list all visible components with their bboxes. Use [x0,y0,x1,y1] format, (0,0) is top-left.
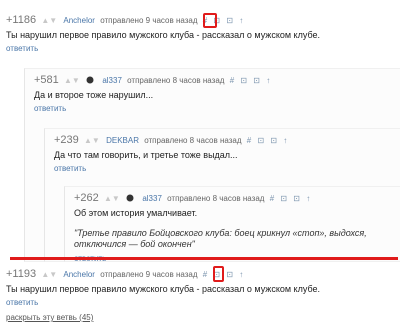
comment-author[interactable]: Anchelor [63,270,95,279]
comment-4: +262 ▲▼ al337 отправлено 8 часов назад #… [74,192,392,263]
reply-link[interactable]: ответить [6,298,320,307]
comment-text: Да и второе тоже нарушил... [34,90,154,100]
comment-score: +581 [34,74,59,86]
comment-meta: +1186 ▲▼ Anchelor отправлено 9 часов наз… [6,14,320,26]
comment-text: Да что там говорить, и третье тоже выдал… [54,150,238,160]
comment-author[interactable]: al337 [142,194,162,203]
comment-actions-icon[interactable]: # ⊡ ⊡ ↑ [247,136,290,145]
comment-meta: +262 ▲▼ al337 отправлено 8 часов назад #… [74,192,392,204]
reply-link[interactable]: ответить [6,44,320,53]
comment-score: +262 [74,192,99,204]
comment-meta: +581 ▲▼ al337 отправлено 8 часов назад #… [34,74,272,86]
comment-text: Ты нарушил первое правило мужского клуба… [6,30,320,40]
comment-meta: +1193 ▲▼ Anchelor отправлено 9 часов наз… [6,268,320,280]
reply-link[interactable]: ответить [34,104,272,113]
vote-arrows-icon[interactable]: ▲▼ [64,76,80,85]
comment-author[interactable]: Anchelor [63,16,95,25]
expand-branch-link[interactable]: раскрыть эту ветвь (45) [6,313,320,322]
comment-score: +239 [54,134,79,146]
comment-time: отправлено 8 часов назад [127,76,225,85]
comment-actions-icon[interactable]: # ⊡ ⊡ ↑ [230,76,273,85]
highlight-box-2 [213,266,224,282]
comment-time: отправлено 8 часов назад [167,194,265,203]
comment-3: +239 ▲▼ DEKBAR отправлено 8 часов назад … [54,134,289,173]
comment-author[interactable]: al337 [102,76,122,85]
vote-arrows-icon[interactable]: ▲▼ [84,136,100,145]
avatar-icon [86,76,94,84]
vote-arrows-icon[interactable]: ▲▼ [104,194,120,203]
vote-arrows-icon[interactable]: ▲▼ [41,16,57,25]
comment-1: +1186 ▲▼ Anchelor отправлено 9 часов наз… [6,14,320,53]
reply-link[interactable]: ответить [54,164,289,173]
comment-author[interactable]: DEKBAR [106,136,139,145]
highlight-separator [10,257,398,260]
avatar-icon [126,194,134,202]
comment-text: Об этом история умалчивает. [74,208,198,218]
highlight-box-1 [203,13,217,28]
comment-score: +1186 [6,14,37,26]
comment-text: Ты нарушил первое правило мужского клуба… [6,284,320,294]
comment-quote: "Третье правило Бойцовского клуба: боец … [74,228,367,249]
comment-actions-icon[interactable]: # ⊡ ⊡ ↑ [270,194,313,203]
comment-2: +581 ▲▼ al337 отправлено 8 часов назад #… [34,74,272,113]
comment-5: +1193 ▲▼ Anchelor отправлено 9 часов наз… [6,268,320,322]
comment-meta: +239 ▲▼ DEKBAR отправлено 8 часов назад … [54,134,289,146]
comment-time: отправлено 9 часов назад [100,16,198,25]
comment-time: отправлено 9 часов назад [100,270,198,279]
comment-score: +1193 [6,268,37,280]
comment-time: отправлено 8 часов назад [144,136,242,145]
comment-actions-icon[interactable]: # ⊡ ⊡ ↑ [203,270,246,279]
vote-arrows-icon[interactable]: ▲▼ [41,270,57,279]
